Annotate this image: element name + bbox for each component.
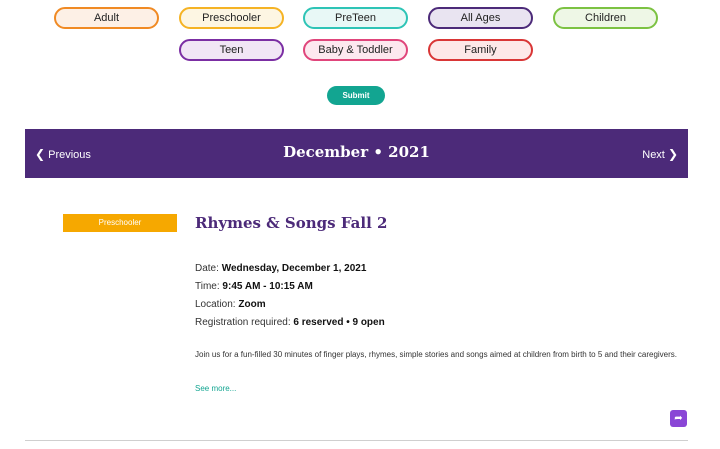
date-label: Date: [195, 263, 222, 274]
time-label: Time: [195, 281, 223, 292]
registration-label: Registration required: [195, 317, 294, 328]
submit-button[interactable]: Submit [327, 86, 385, 105]
event-location: Location: Zoom [195, 299, 266, 310]
share-icon: ➦ [674, 413, 683, 424]
date-value: Wednesday, December 1, 2021 [221, 263, 367, 274]
category-badge: Preschooler [63, 214, 177, 232]
event-title[interactable]: Rhymes & Songs Fall 2 [195, 214, 387, 232]
time-value: 9:45 AM - 10:15 AM [222, 281, 313, 292]
filter-baby-toddler[interactable]: Baby & Toddler [303, 39, 408, 61]
share-button[interactable]: ➦ [670, 410, 687, 427]
filter-children[interactable]: Children [553, 7, 658, 29]
location-value: Zoom [238, 299, 266, 310]
event-description: Join us for a fun-filled 30 minutes of f… [195, 350, 678, 359]
location-label: Location: [195, 299, 239, 310]
event-date: Date: Wednesday, December 1, 2021 [195, 263, 366, 274]
registration-value: 6 reserved • 9 open [293, 317, 385, 328]
month-navigation: ❮ Previous December • 2021 Next ❯ [25, 129, 688, 178]
next-label: Next [642, 149, 665, 161]
month-title: December • 2021 [283, 143, 430, 161]
event-registration: Registration required: 6 reserved • 9 op… [195, 317, 385, 328]
chevron-right-icon: ❯ [667, 147, 678, 161]
filter-teen[interactable]: Teen [179, 39, 284, 61]
filter-family[interactable]: Family [428, 39, 533, 61]
filter-preschooler[interactable]: Preschooler [179, 7, 284, 29]
filter-all-ages[interactable]: All Ages [428, 7, 533, 29]
event-time: Time: 9:45 AM - 10:15 AM [195, 281, 313, 292]
next-button[interactable]: Next ❯ [642, 147, 678, 161]
filter-preteen[interactable]: PreTeen [303, 7, 408, 29]
see-more-link[interactable]: See more... [195, 384, 236, 393]
divider [25, 440, 688, 441]
filter-adult[interactable]: Adult [54, 7, 159, 29]
